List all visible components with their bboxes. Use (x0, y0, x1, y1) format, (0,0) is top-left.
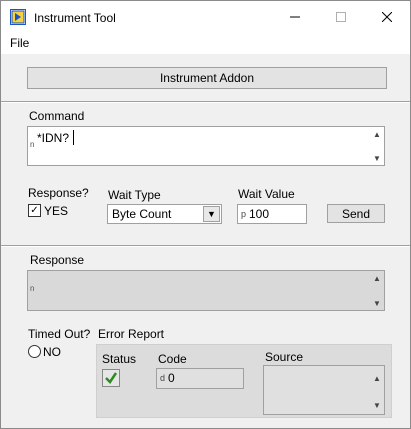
response-scrollbar[interactable]: ▲ ▼ (370, 271, 384, 310)
separator-middle (1, 245, 410, 247)
command-label: Command (29, 109, 85, 123)
instrument-tool-window: Instrument Tool File Instrument Addon Co… (0, 0, 411, 429)
response-index-glyph: n (30, 284, 35, 293)
timed-out-indicator (28, 345, 41, 358)
wait-type-value: Byte Count (112, 207, 172, 221)
status-label: Status (102, 352, 137, 366)
wait-type-select[interactable]: Byte Count ▼ (107, 204, 222, 224)
status-indicator (102, 369, 120, 387)
separator-top (1, 101, 410, 103)
response-checkbox[interactable]: ✓ (28, 204, 41, 217)
maximize-icon (336, 11, 346, 22)
chevron-down-icon[interactable]: ▼ (203, 206, 220, 222)
text-caret (73, 130, 74, 145)
scroll-down-icon[interactable]: ▼ (373, 154, 381, 163)
scroll-down-icon[interactable]: ▼ (373, 299, 381, 308)
error-source-field: ▲ ▼ (263, 365, 385, 415)
error-code-value: 0 (168, 371, 175, 385)
error-report-label: Error Report (98, 327, 165, 341)
scroll-up-icon[interactable]: ▲ (373, 274, 381, 283)
window-title: Instrument Tool (34, 11, 116, 25)
timed-out-value: NO (43, 345, 61, 359)
scroll-up-icon[interactable]: ▲ (373, 130, 381, 139)
minimize-button[interactable] (272, 1, 318, 32)
timed-out-label: Timed Out? (28, 327, 91, 341)
code-label: Code (158, 352, 187, 366)
green-check-icon (105, 372, 118, 384)
command-input[interactable]: n *IDN? ▲ ▼ (27, 126, 385, 166)
source-label: Source (265, 350, 304, 364)
scroll-up-icon[interactable]: ▲ (373, 374, 381, 383)
wait-value-label: Wait Value (238, 187, 295, 201)
response-label: Response (30, 253, 85, 267)
maximize-button[interactable] (318, 1, 364, 32)
command-index-glyph: n (30, 140, 35, 149)
scroll-down-icon[interactable]: ▼ (373, 401, 381, 410)
error-code-field: d 0 (156, 368, 244, 389)
menu-file[interactable]: File (10, 36, 29, 50)
response-output: n ▲ ▼ (27, 270, 385, 311)
wait-value-input[interactable]: p 100 (237, 204, 307, 224)
close-button[interactable] (364, 1, 410, 32)
close-icon (382, 11, 392, 22)
menu-bar: File (1, 32, 410, 54)
response-checkbox-label: YES (44, 204, 69, 218)
app-icon (10, 9, 26, 25)
wait-value-value: 100 (249, 207, 270, 221)
source-scrollbar[interactable]: ▲ ▼ (370, 366, 384, 414)
checkmark-icon: ✓ (30, 205, 39, 216)
minimize-icon (290, 16, 300, 17)
error-code-prefix: d (160, 373, 166, 383)
command-value: *IDN? (37, 131, 70, 145)
instrument-addon-button[interactable]: Instrument Addon (27, 67, 387, 89)
wait-value-prefix: p (241, 209, 247, 219)
send-button[interactable]: Send (327, 204, 385, 223)
wait-type-label: Wait Type (108, 188, 161, 202)
response-toggle-label: Response? (28, 186, 89, 200)
command-scrollbar[interactable]: ▲ ▼ (370, 127, 384, 165)
title-bar: Instrument Tool (1, 1, 410, 32)
